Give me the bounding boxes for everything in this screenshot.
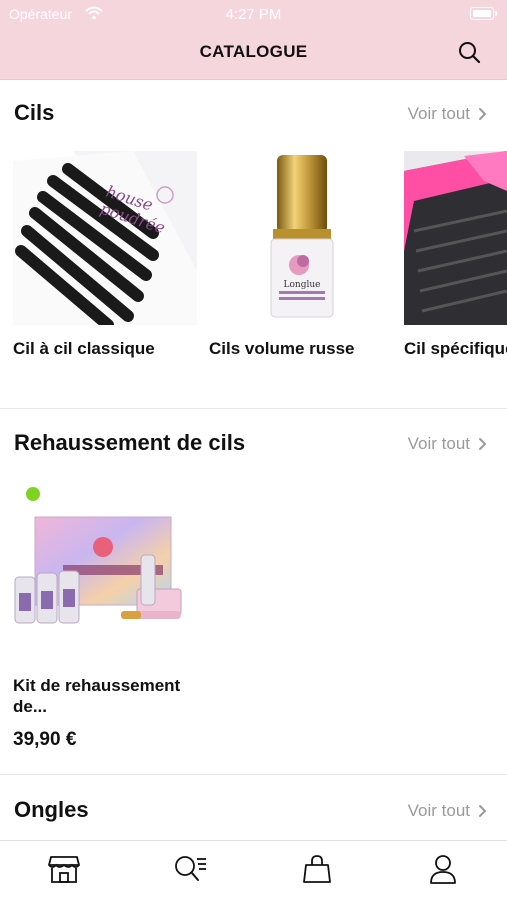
- tab-search[interactable]: [170, 849, 210, 889]
- product-price: 39,90 €: [13, 729, 77, 750]
- clock: 4:27 PM: [225, 6, 282, 23]
- see-all-rehaussement-link[interactable]: Voir tout: [408, 434, 487, 454]
- shop-icon: [48, 856, 80, 883]
- see-all-label: Voir tout: [407, 801, 470, 820]
- svg-text:Longlue: Longlue: [284, 280, 321, 290]
- product-card[interactable]: house poudrée Cil à cil classique: [13, 151, 199, 359]
- chevron-right-icon: [479, 805, 487, 817]
- product-image: [13, 481, 197, 655]
- battery-icon: [470, 7, 497, 20]
- see-all-label: Voir tout: [407, 104, 470, 123]
- page-title: CATALOGUE: [199, 42, 308, 61]
- tab-cart[interactable]: [297, 849, 337, 889]
- see-all-label: Voir tout: [407, 434, 470, 453]
- chevron-right-icon: [479, 108, 487, 120]
- section-divider: [0, 408, 507, 409]
- product-name: Cil spécifique: [404, 339, 507, 358]
- tab-profile[interactable]: [423, 849, 463, 889]
- product-image: house poudrée: [13, 151, 197, 325]
- product-card[interactable]: Cil spécifique: [404, 151, 507, 359]
- search-icon: [459, 42, 481, 64]
- see-all-ongles-link[interactable]: Voir tout: [408, 801, 487, 821]
- search-button[interactable]: [457, 40, 483, 66]
- tab-shop[interactable]: [44, 849, 84, 889]
- product-card[interactable]: Kit de rehaussement de... 39,90 €: [13, 481, 199, 751]
- top-bar: Opérateur 4:27 PM CATALOGUE: [0, 0, 507, 80]
- section-title-cils: Cils: [14, 100, 55, 125]
- tab-bar: [0, 840, 507, 901]
- search-list-icon: [175, 856, 206, 881]
- product-name: Cil à cil classique: [13, 339, 155, 358]
- section-title-ongles: Ongles: [14, 797, 89, 822]
- section-divider: [0, 774, 507, 775]
- bag-icon: [303, 855, 331, 883]
- section-title-rehaussement: Rehaussement de cils: [14, 430, 246, 455]
- status-bar: Opérateur 4:27 PM: [0, 0, 507, 28]
- product-card[interactable]: Longlue Cils volume russe: [209, 151, 395, 359]
- product-name: Kit de rehaussement de...: [13, 676, 181, 716]
- chevron-right-icon: [479, 438, 487, 450]
- product-image: Longlue: [209, 151, 393, 325]
- profile-icon: [430, 855, 456, 884]
- see-all-cils-link[interactable]: Voir tout: [408, 104, 487, 124]
- product-image: [404, 151, 507, 325]
- availability-badge: [26, 487, 40, 501]
- product-name: Cils volume russe: [209, 339, 355, 358]
